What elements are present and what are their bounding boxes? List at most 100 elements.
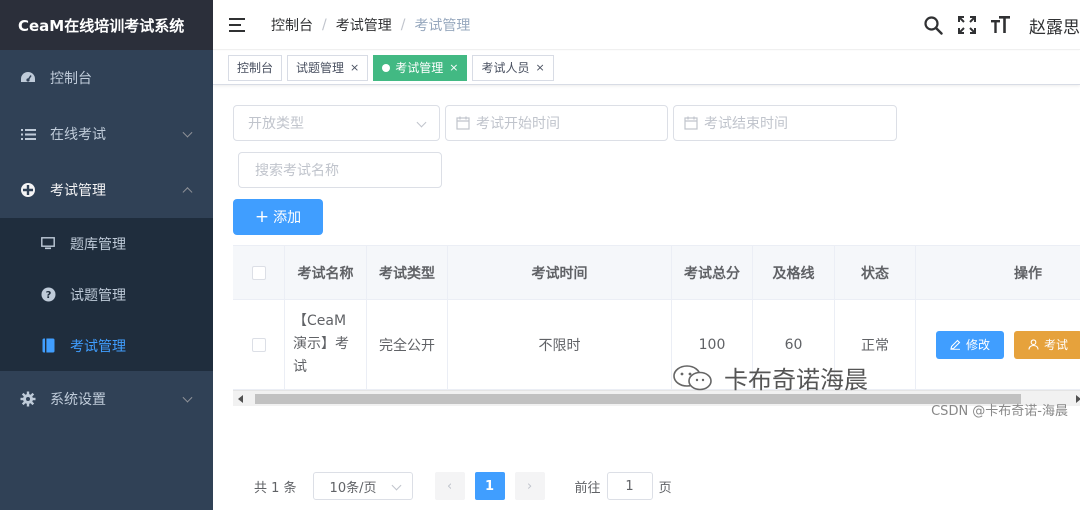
table-header: 考试名称 考试类型 考试时间 考试总分 及格线 状态 操作 bbox=[233, 246, 1080, 300]
sidebar-subitem-questions[interactable]: ? 试题管理 bbox=[0, 269, 213, 320]
exam-time-cell: 不限时 bbox=[448, 300, 672, 389]
watermark: 卡布奇诺海晨 bbox=[672, 360, 868, 395]
end-time-picker[interactable]: 考试结束时间 bbox=[673, 105, 897, 141]
svg-text:?: ? bbox=[45, 290, 51, 301]
goto-page-input[interactable]: 1 bbox=[606, 472, 653, 500]
font-size-icon[interactable] bbox=[991, 15, 1011, 35]
close-icon[interactable]: × bbox=[449, 61, 458, 74]
tag-label: 考试人员 bbox=[481, 61, 530, 75]
chevron-left-icon: ‹ bbox=[446, 478, 453, 494]
select-all-checkbox[interactable] bbox=[251, 265, 266, 280]
tags-view: 控制台 试题管理 × 考试管理 × 考试人员 × bbox=[213, 51, 1080, 85]
exam-name-cell: 【CeaM演示】考试 bbox=[285, 300, 367, 389]
row-select-cell bbox=[233, 300, 285, 389]
table-row: 【CeaM演示】考试 完全公开 不限时 100 60 正常 修改 考试 bbox=[233, 300, 1080, 390]
tag-label: 控制台 bbox=[237, 61, 274, 75]
exam-button-label: 考试 bbox=[1044, 338, 1069, 352]
page-size-value: 10条/页 bbox=[329, 480, 377, 496]
page-size-select[interactable]: 10条/页 bbox=[312, 472, 413, 500]
tag-exam-management[interactable]: 考试管理 × bbox=[373, 54, 468, 81]
pagination-total: 共 1 条 bbox=[254, 480, 297, 496]
sidebar-item-label: 在线考试 bbox=[50, 127, 106, 143]
open-type-select[interactable]: 开放类型 bbox=[233, 105, 440, 141]
search-icon[interactable] bbox=[923, 15, 943, 35]
sidebar-item-label: 考试管理 bbox=[70, 338, 126, 355]
page-unit-label: 页 bbox=[658, 480, 672, 496]
sidebar-item-exam-management[interactable]: 考试管理 bbox=[0, 162, 213, 218]
scroll-left-icon[interactable] bbox=[238, 395, 243, 403]
fullscreen-icon[interactable] bbox=[957, 15, 977, 35]
edit-button-label: 修改 bbox=[966, 338, 991, 352]
edit-button[interactable]: 修改 bbox=[936, 330, 1005, 359]
wechat-icon bbox=[673, 364, 712, 390]
sidebar-item-label: 控制台 bbox=[50, 71, 92, 87]
chevron-down-icon bbox=[391, 480, 401, 491]
close-icon[interactable]: × bbox=[536, 61, 545, 74]
search-input[interactable]: 搜索考试名称 bbox=[238, 152, 442, 188]
sidebar-item-label: 考试管理 bbox=[50, 183, 106, 199]
breadcrumb-item-exam-management[interactable]: 考试管理 bbox=[336, 15, 392, 35]
watermark-text: 卡布奇诺海晨 bbox=[724, 366, 868, 394]
row-checkbox[interactable] bbox=[251, 337, 266, 352]
column-header: 考试类型 bbox=[367, 246, 448, 299]
breadcrumb-separator: / bbox=[322, 16, 327, 33]
start-time-picker[interactable]: 考试开始时间 bbox=[445, 105, 668, 141]
column-header: 考试总分 bbox=[672, 246, 753, 299]
sidebar-subitem-exams[interactable]: 考试管理 bbox=[0, 320, 213, 371]
user-icon bbox=[1028, 339, 1039, 350]
start-time-placeholder: 考试开始时间 bbox=[476, 116, 560, 132]
breadcrumb-separator: / bbox=[400, 16, 406, 33]
tag-question-management[interactable]: 试题管理 × bbox=[287, 54, 369, 81]
sidebar-item-system-settings[interactable]: 系统设置 bbox=[0, 371, 213, 427]
main-content: 开放类型 考试开始时间 考试结束时间 搜索考试名称 + 添加 考试名称 考试类型… bbox=[213, 86, 1080, 510]
column-header: 状态 bbox=[835, 246, 916, 299]
user-name[interactable]: 赵露思 bbox=[1029, 13, 1080, 38]
breadcrumb-item-dashboard[interactable]: 控制台 bbox=[271, 15, 313, 35]
open-type-placeholder: 开放类型 bbox=[248, 116, 304, 132]
gear-icon bbox=[20, 391, 36, 407]
chevron-down-icon bbox=[416, 117, 427, 128]
monitor-icon bbox=[40, 236, 56, 252]
breadcrumb-item-current: 考试管理 bbox=[414, 17, 471, 34]
add-button[interactable]: + 添加 bbox=[233, 199, 323, 235]
hamburger-icon[interactable] bbox=[229, 17, 247, 33]
dashboard-icon bbox=[20, 70, 36, 86]
column-header: 操作 bbox=[1014, 265, 1042, 282]
close-icon[interactable]: × bbox=[350, 61, 359, 74]
select-all-cell bbox=[233, 246, 285, 299]
scroll-right-icon[interactable] bbox=[1076, 395, 1080, 403]
search-placeholder: 搜索考试名称 bbox=[255, 163, 339, 179]
scrollbar-thumb[interactable] bbox=[255, 394, 1021, 404]
breadcrumb: 控制台 / 考试管理 / 考试管理 bbox=[271, 15, 470, 35]
column-header: 考试名称 bbox=[285, 246, 367, 299]
exam-table: 考试名称 考试类型 考试时间 考试总分 及格线 状态 操作 【CeaM演示】考试… bbox=[233, 245, 1080, 390]
exam-button[interactable]: 考试 bbox=[1014, 330, 1080, 359]
question-icon: ? bbox=[40, 287, 56, 303]
list-icon bbox=[20, 126, 36, 142]
sidebar-subitem-question-bank[interactable]: 题库管理 bbox=[0, 218, 213, 269]
sidebar-item-online-exam[interactable]: 在线考试 bbox=[0, 106, 213, 162]
calendar-icon bbox=[684, 116, 698, 130]
tag-label: 试题管理 bbox=[296, 61, 345, 75]
exam-type-cell: 完全公开 bbox=[367, 300, 448, 389]
prev-page-button[interactable]: ‹ bbox=[434, 472, 465, 500]
calendar-icon bbox=[456, 116, 470, 130]
chevron-up-icon bbox=[182, 187, 193, 198]
chevron-down-icon bbox=[182, 392, 193, 403]
tag-dashboard[interactable]: 控制台 bbox=[228, 54, 283, 81]
tag-label: 考试管理 bbox=[395, 61, 444, 75]
submenu-exam-management: 题库管理 ? 试题管理 考试管理 bbox=[0, 218, 213, 371]
chevron-down-icon bbox=[182, 127, 193, 138]
app-title: CeaM在线培训考试系统 bbox=[0, 0, 213, 50]
book-icon bbox=[40, 338, 56, 354]
sidebar-item-label: 试题管理 bbox=[70, 287, 126, 304]
next-page-button[interactable]: › bbox=[514, 472, 545, 500]
actions-cell: 修改 考试 bbox=[916, 300, 1080, 389]
sidebar-item-dashboard[interactable]: 控制台 bbox=[0, 50, 213, 106]
chevron-right-icon: › bbox=[526, 478, 533, 494]
goto-label: 前往 bbox=[574, 480, 601, 496]
column-header: 及格线 bbox=[753, 246, 835, 299]
tag-exam-participants[interactable]: 考试人员 × bbox=[472, 54, 554, 81]
page-number-current[interactable]: 1 bbox=[474, 472, 505, 500]
pagination: 共 1 条 10条/页 ‹ 1 › 前往 1 页 bbox=[254, 472, 672, 500]
